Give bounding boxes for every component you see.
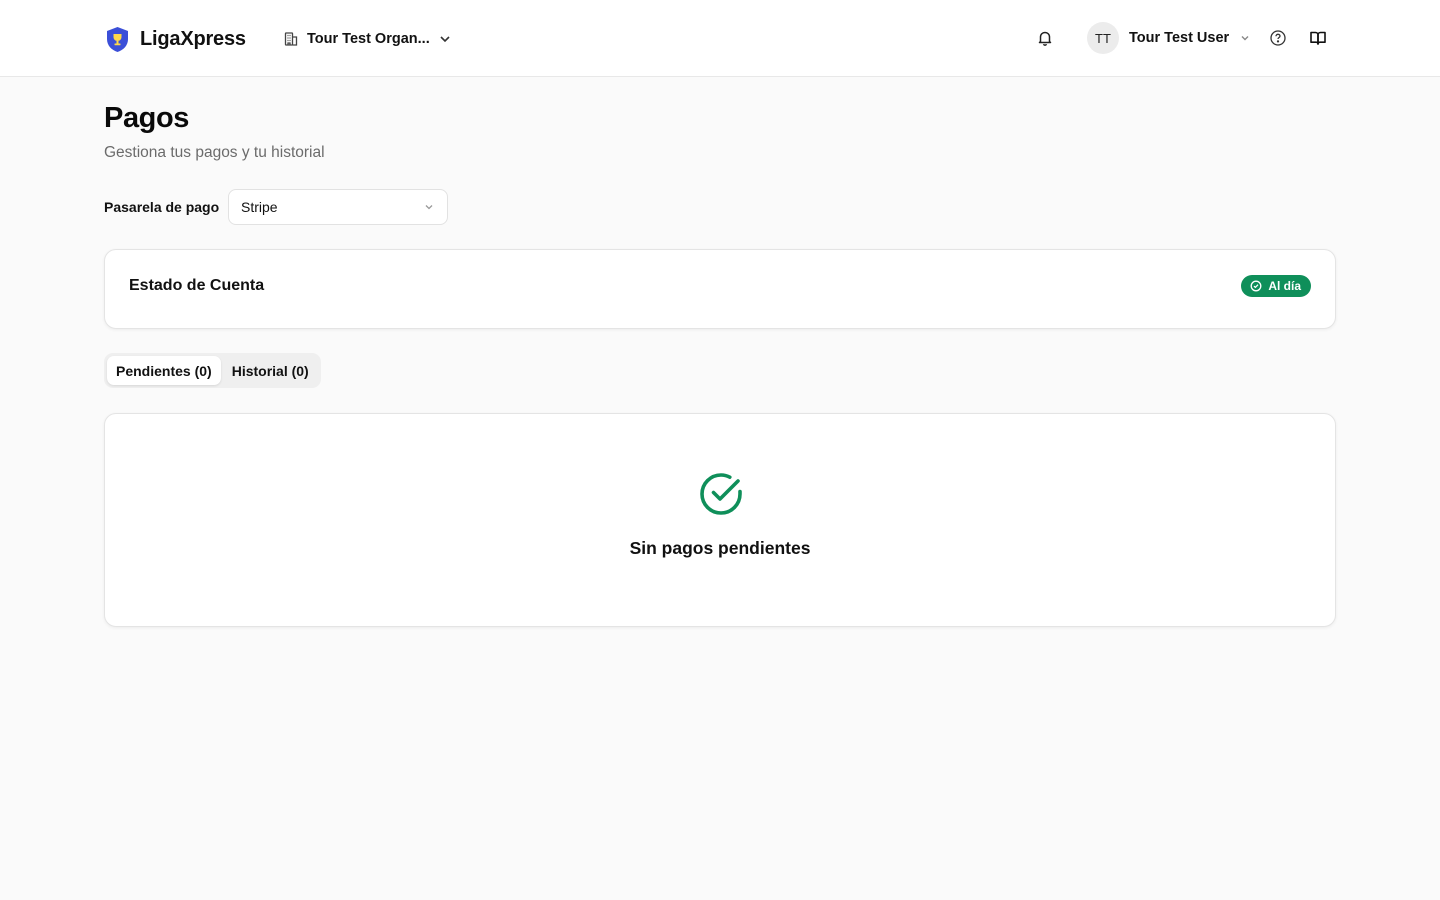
help-button[interactable] (1268, 28, 1288, 48)
tab-pending[interactable]: Pendientes (0) (107, 356, 221, 385)
status-badge-label: Al día (1268, 279, 1301, 293)
payment-gateway-label: Pasarela de pago (104, 199, 220, 215)
chevron-down-icon (1239, 32, 1251, 44)
chevron-down-icon (438, 32, 452, 46)
tab-pending-label: Pendientes (0) (116, 362, 212, 379)
account-status-card: Estado de Cuenta Al día (104, 249, 1336, 329)
shield-trophy-icon (105, 26, 130, 53)
organization-switcher[interactable]: Tour Test Organ... (283, 26, 452, 52)
brand-name: LigaXpress (140, 27, 246, 50)
top-navbar: LigaXpress Tour Test Organ... TT Tour Te… (0, 0, 1440, 77)
user-name: Tour Test User (1129, 30, 1230, 46)
user-menu[interactable]: TT Tour Test User (1087, 22, 1251, 54)
page-subtitle: Gestiona tus pagos y tu historial (104, 144, 325, 161)
help-circle-icon (1269, 29, 1287, 47)
tab-history-label: Historial (0) (231, 362, 309, 379)
organization-name: Tour Test Organ... (307, 31, 430, 47)
chevron-down-icon (423, 201, 435, 213)
building-icon (283, 31, 299, 47)
payments-tabs: Pendientes (0) Historial (0) (104, 353, 321, 388)
tab-history[interactable]: Historial (0) (223, 356, 318, 385)
payment-gateway-select[interactable]: Stripe (228, 189, 448, 225)
payment-gateway-value: Stripe (241, 199, 278, 215)
documentation-button[interactable] (1308, 28, 1328, 48)
check-circle-icon (697, 470, 745, 518)
account-status-title: Estado de Cuenta (129, 277, 265, 294)
check-circle-icon (1250, 280, 1262, 292)
bell-icon (1036, 29, 1054, 47)
notifications-button[interactable] (1034, 27, 1056, 49)
avatar: TT (1087, 22, 1119, 54)
page-title: Pagos (104, 102, 190, 134)
pending-payments-panel: Sin pagos pendientes (104, 413, 1336, 627)
status-badge: Al día (1241, 275, 1311, 297)
brand[interactable]: LigaXpress (105, 24, 246, 54)
book-open-icon (1309, 29, 1327, 47)
empty-state-message: Sin pagos pendientes (629, 538, 811, 558)
